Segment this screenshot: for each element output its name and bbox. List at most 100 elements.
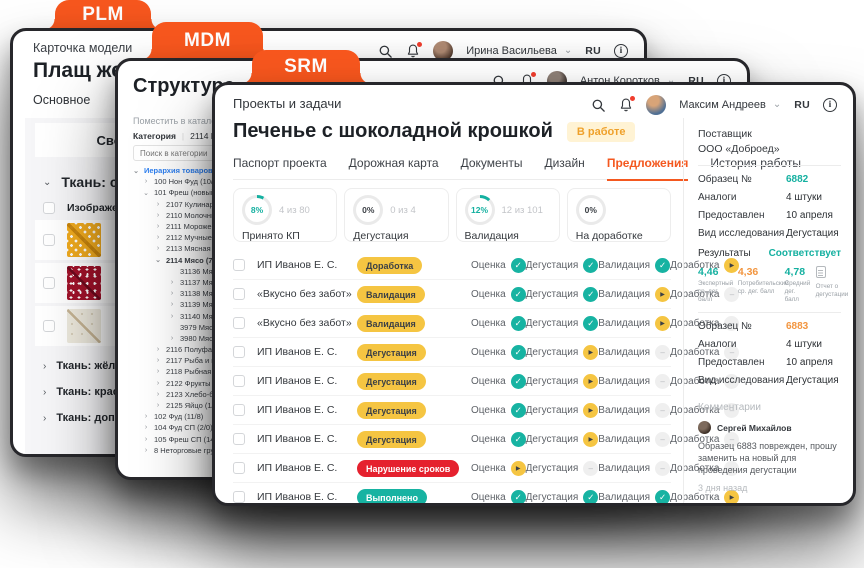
row-checkbox[interactable] (233, 375, 245, 387)
user-name[interactable]: Ирина Васильева (466, 45, 557, 57)
chevron-right-icon: › (43, 387, 46, 398)
stage-label: Валидация (598, 318, 650, 329)
project-tab-3[interactable]: Дизайн (544, 156, 584, 179)
sample-number: 6883 (786, 321, 841, 332)
search-icon[interactable] (378, 44, 393, 59)
stage-label: Дегустация (526, 492, 579, 503)
project-tab-4[interactable]: Предложения (607, 156, 689, 179)
stage-label: Дегустация (526, 463, 579, 474)
info-label: Аналоги (698, 339, 786, 350)
metric-value: 4,36 (738, 266, 778, 278)
chevron-right-icon: › (154, 234, 162, 241)
stage-label: Оценка (471, 492, 506, 503)
table-row: «Вкусно без забот»ВалидацияОценка✓Дегуст… (233, 280, 671, 309)
info-label: Вид исследования (698, 375, 786, 386)
bell-icon[interactable] (406, 43, 420, 59)
chevron-down-icon: ⌄ (154, 256, 162, 264)
row-checkbox[interactable] (233, 317, 245, 329)
chevron-right-icon: › (154, 201, 162, 208)
chevron-right-icon: › (154, 391, 162, 398)
progress-card: 0%0 из 4Дегустация (344, 188, 448, 242)
product-tab-mdm[interactable]: MDM (152, 22, 263, 60)
bell-icon[interactable] (619, 97, 633, 113)
stage-done-icon: ✓ (583, 287, 598, 302)
stage-none-icon: – (655, 432, 670, 447)
search-icon[interactable] (591, 98, 606, 113)
sample-number-label: Образец № (698, 321, 786, 332)
table-row: ИП Иванов Е. С.ДегустацияОценка✓Дегустац… (233, 396, 671, 425)
proposals-table: ИП Иванов Е. С.ДоработкаОценка✓Дегустаци… (233, 251, 671, 506)
tab-main[interactable]: Основное (33, 93, 90, 107)
stage-label: Валидация (598, 463, 650, 474)
chevron-right-icon: › (168, 313, 176, 320)
chevron-right-icon: › (43, 361, 46, 372)
supplier-name: ИП Иванов Е. С. (257, 404, 357, 416)
project-tab-1[interactable]: Дорожная карта (349, 156, 439, 179)
language-selector[interactable]: RU (585, 45, 601, 57)
chevron-down-icon[interactable]: ⌄ (43, 177, 51, 188)
info-value: 4 штуки (786, 339, 841, 350)
info-value: Дегустация (786, 375, 841, 386)
row-checkbox[interactable] (233, 259, 245, 271)
metric-label: Экспертный ср. дег. балл (698, 280, 731, 304)
row-checkbox[interactable] (233, 288, 245, 300)
stage-done-icon: ✓ (655, 490, 670, 505)
stage-done-icon: ✓ (511, 403, 526, 418)
report-icon[interactable] (816, 266, 826, 278)
stage-label: Оценка (471, 318, 506, 329)
row-checkbox[interactable] (43, 320, 55, 332)
stage-play-icon: ▶ (655, 287, 670, 302)
row-checkbox[interactable] (233, 404, 245, 416)
progress-card: 8%4 из 80Принято КП (233, 188, 337, 242)
row-checkbox[interactable] (43, 234, 55, 246)
stage-done-icon: ✓ (511, 258, 526, 273)
row-checkbox[interactable] (233, 346, 245, 358)
user-name[interactable]: Максим Андреев (679, 99, 766, 111)
chevron-down-icon: ⌄ (142, 189, 150, 197)
project-tab-0[interactable]: Паспорт проекта (233, 156, 327, 179)
progress-label: На доработке (576, 230, 662, 242)
stage-label: Оценка (471, 434, 506, 445)
info-label: Вид исследования (698, 228, 786, 239)
info-icon[interactable]: i (823, 98, 837, 112)
stage-done-icon: ✓ (511, 345, 526, 360)
status-badge: Дегустация (357, 431, 426, 448)
metric-value: 4,78 (785, 266, 809, 278)
stage-label: Валидация (598, 260, 650, 271)
project-tab-2[interactable]: Документы (461, 156, 523, 179)
row-checkbox[interactable] (233, 491, 245, 503)
sample-number-label: Образец № (698, 174, 786, 185)
status-badge: Валидация (357, 286, 425, 303)
place-in-catalog-button[interactable]: Поместить в каталог (133, 116, 220, 126)
tree-item-label: 104 Фуд СП (2/0) (154, 423, 213, 432)
table-row: ИП Иванов Е. С.ДегустацияОценка✓Дегустац… (233, 425, 671, 454)
row-checkbox[interactable] (43, 277, 55, 289)
stage-label: Дегустация (526, 260, 579, 271)
divider (698, 312, 841, 313)
product-tab-plm[interactable]: PLM (55, 0, 151, 30)
project-tabs: Паспорт проекта Дорожная карта Документы Ди… (233, 156, 671, 180)
info-label: Предоставлен (698, 357, 786, 368)
divider (698, 165, 841, 166)
product-tab-srm[interactable]: SRM (252, 50, 360, 84)
metric: 4,46Экспертный ср. дег. балл (698, 266, 731, 304)
supplier-name: ИП Иванов Е. С. (257, 375, 357, 387)
metric-label: Потребительский ср. дег. балл (738, 280, 778, 296)
info-icon[interactable]: i (614, 44, 628, 58)
supplier-name: ИП Иванов Е. С. (257, 462, 357, 474)
comments-title: Комментарии (698, 402, 841, 413)
status-badge: Доработка (357, 257, 422, 274)
notification-dot (531, 72, 536, 77)
progress-ring: 0% (576, 195, 606, 225)
language-selector[interactable]: RU (794, 99, 810, 111)
row-checkbox[interactable] (233, 462, 245, 474)
row-checkbox[interactable] (233, 433, 245, 445)
supplier-name: «Вкусно без забот» (257, 288, 357, 300)
chevron-down-icon: ⌄ (132, 167, 140, 175)
stage-none-icon: – (655, 403, 670, 418)
stage-label: Дегустация (526, 289, 579, 300)
select-all-checkbox[interactable] (43, 202, 55, 214)
stage-done-icon: ✓ (583, 490, 598, 505)
stage-none-icon: – (583, 461, 598, 476)
avatar[interactable] (646, 95, 666, 115)
